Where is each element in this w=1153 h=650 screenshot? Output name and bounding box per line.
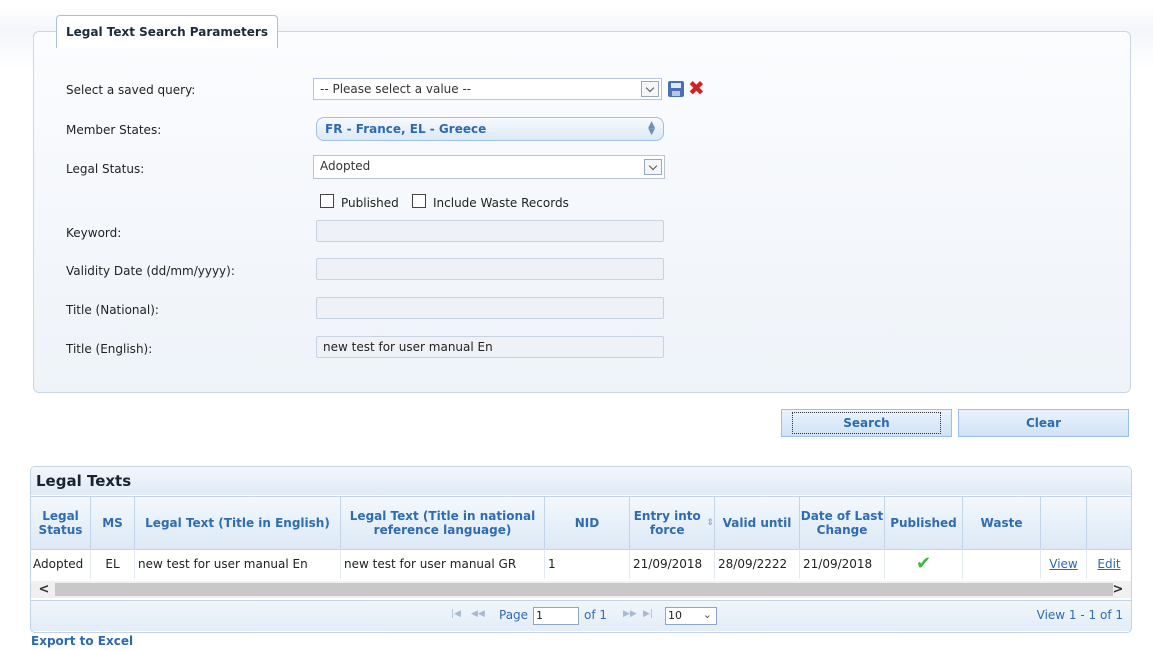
saved-query-label: Select a saved query: bbox=[66, 83, 196, 97]
keyword-label: Keyword: bbox=[66, 226, 122, 240]
export-to-excel-link[interactable]: Export to Excel bbox=[31, 634, 133, 648]
cell-title-english: new test for user manual En bbox=[135, 549, 341, 579]
scroll-left-icon[interactable]: < bbox=[35, 581, 53, 598]
title-english-label: Title (English): bbox=[66, 342, 153, 356]
validity-date-label: Validity Date (dd/mm/yyyy): bbox=[66, 264, 235, 278]
cell-entry-into-force: 21/09/2018 bbox=[630, 549, 715, 579]
page-count-label: of 1 bbox=[584, 608, 608, 622]
cell-legal-status: Adopted bbox=[31, 549, 91, 579]
published-check-icon: ✔ bbox=[885, 549, 963, 579]
page-size-value: 10 bbox=[668, 609, 682, 622]
chevron-down-icon[interactable]: ⌄ bbox=[703, 607, 712, 623]
col-ms[interactable]: MS bbox=[91, 497, 135, 549]
col-entry-into-force[interactable]: Entry into force ⇕ bbox=[630, 497, 715, 549]
page-input[interactable]: 1 bbox=[533, 607, 579, 625]
next-page-icon[interactable]: ▶▶ bbox=[623, 609, 637, 619]
search-button-label: Search bbox=[792, 412, 941, 434]
cell-valid-until: 28/09/2222 bbox=[715, 549, 800, 579]
member-states-value: FR - France, EL - Greece bbox=[325, 122, 487, 136]
col-nid[interactable]: NID bbox=[545, 497, 630, 549]
last-page-icon[interactable]: ▶| bbox=[643, 609, 653, 619]
cell-nid: 1 bbox=[545, 549, 630, 579]
clear-button[interactable]: Clear bbox=[958, 409, 1129, 437]
col-last-change[interactable]: Date of Last Change bbox=[800, 497, 885, 549]
col-view bbox=[1041, 497, 1087, 549]
include-waste-label: Include Waste Records bbox=[433, 196, 569, 210]
col-valid-until[interactable]: Valid until bbox=[715, 497, 800, 549]
search-parameters-legend: Legal Text Search Parameters bbox=[56, 15, 278, 48]
saved-query-select[interactable]: -- Please select a value -- bbox=[313, 78, 662, 100]
title-national-label: Title (National): bbox=[66, 303, 159, 317]
edit-link[interactable]: Edit bbox=[1087, 549, 1131, 579]
col-edit bbox=[1087, 497, 1131, 549]
page-size-select[interactable]: 10 ⌄ bbox=[665, 607, 717, 625]
scroll-right-icon[interactable]: > bbox=[1109, 581, 1127, 598]
sort-icon: ⇕ bbox=[706, 518, 714, 528]
cell-waste bbox=[963, 549, 1041, 579]
chevron-down-icon[interactable] bbox=[644, 159, 662, 175]
cell-title-national: new test for user manual GR bbox=[341, 549, 545, 579]
col-title-national[interactable]: Legal Text (Title in national reference … bbox=[341, 497, 545, 549]
legal-texts-grid: Legal Texts Legal Status MS Legal Text (… bbox=[30, 466, 1132, 633]
table-row[interactable]: Adopted EL new test for user manual En n… bbox=[31, 549, 1131, 579]
prev-page-icon[interactable]: ◀◀ bbox=[471, 609, 485, 619]
legal-status-value: Adopted bbox=[320, 159, 371, 173]
include-waste-checkbox[interactable] bbox=[412, 194, 426, 208]
published-label: Published bbox=[341, 196, 399, 210]
title-english-input[interactable]: new test for user manual En bbox=[316, 336, 664, 358]
first-page-icon[interactable]: |◀ bbox=[451, 609, 461, 619]
member-states-select[interactable]: FR - France, EL - Greece ▲ ▼ bbox=[316, 117, 664, 141]
grid-title: Legal Texts bbox=[31, 467, 1131, 495]
validity-date-input[interactable] bbox=[316, 258, 664, 280]
cell-last-change: 21/09/2018 bbox=[800, 549, 885, 579]
view-records-info: View 1 - 1 of 1 bbox=[1036, 608, 1123, 622]
col-published[interactable]: Published bbox=[885, 497, 963, 549]
up-down-icon: ▲ ▼ bbox=[648, 120, 655, 137]
search-button[interactable]: Search bbox=[781, 409, 952, 437]
page-label: Page bbox=[499, 608, 529, 622]
save-icon[interactable] bbox=[668, 81, 684, 97]
horizontal-scrollbar[interactable]: < > bbox=[31, 581, 1131, 598]
grid-pager: |◀ ◀◀ Page 1 of 1 ▶▶ ▶| 10 ⌄ View 1 - 1 … bbox=[31, 600, 1131, 631]
member-states-label: Member States: bbox=[66, 123, 162, 137]
col-entry-into-force-label: Entry into force bbox=[633, 509, 701, 537]
published-checkbox[interactable] bbox=[320, 194, 334, 208]
legal-status-select[interactable]: Adopted bbox=[313, 155, 665, 179]
scrollbar-thumb[interactable] bbox=[55, 583, 1113, 596]
grid-header: Legal Status MS Legal Text (Title in Eng… bbox=[31, 496, 1131, 550]
delete-icon[interactable]: ✖ bbox=[688, 77, 705, 99]
chevron-down-icon[interactable] bbox=[641, 81, 659, 97]
legal-status-label: Legal Status: bbox=[66, 162, 145, 176]
keyword-input[interactable] bbox=[316, 220, 664, 242]
view-link[interactable]: View bbox=[1041, 549, 1087, 579]
title-national-input[interactable] bbox=[316, 297, 664, 319]
col-title-english[interactable]: Legal Text (Title in English) bbox=[135, 497, 341, 549]
col-legal-status[interactable]: Legal Status bbox=[31, 497, 91, 549]
col-waste[interactable]: Waste bbox=[963, 497, 1041, 549]
saved-query-value: -- Please select a value -- bbox=[320, 82, 472, 96]
cell-ms: EL bbox=[91, 549, 135, 579]
